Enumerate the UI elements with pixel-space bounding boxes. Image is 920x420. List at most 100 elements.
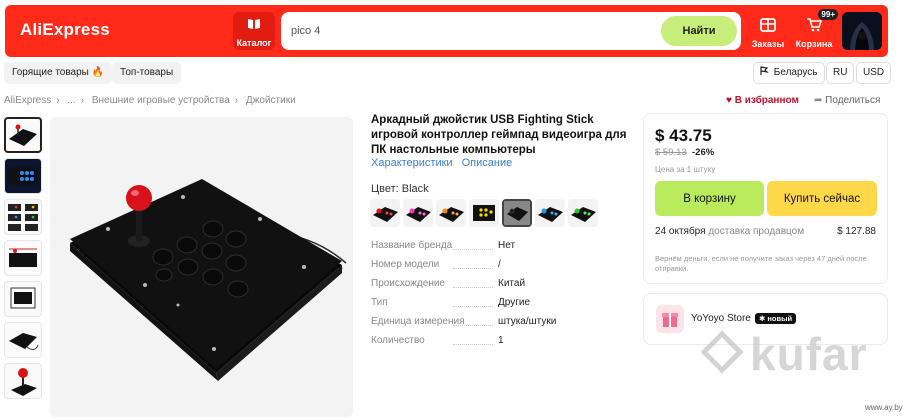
top-products-chip[interactable]: Топ-товары <box>112 62 182 84</box>
swatch-pink[interactable] <box>403 199 433 227</box>
breadcrumb-item-gaming[interactable]: Внешние игровые устройства <box>92 95 230 106</box>
thumbnail-4[interactable] <box>4 240 42 276</box>
watermark-url: www.ay.by <box>865 403 903 412</box>
buy-panel: $ 43.75 $ 59.13 -26% Цена за 1 штуку В к… <box>643 113 888 284</box>
swatch-red-image <box>373 207 398 222</box>
breadcrumb-separator: › <box>234 95 239 106</box>
arcade-joystick-image <box>50 117 353 417</box>
thumbnail-7[interactable] <box>4 363 42 399</box>
spec-row-quantity: Количество 1 <box>371 335 621 354</box>
breadcrumb-item-joysticks[interactable]: Джойстики <box>246 95 296 106</box>
spec-dots <box>453 249 493 250</box>
catalog-label: Каталог <box>236 38 272 48</box>
location-label: Беларусь <box>773 67 818 78</box>
current-price: $ 43.75 <box>655 126 712 145</box>
spec-value: Другие <box>498 297 531 308</box>
thumbnail-5[interactable] <box>4 281 42 317</box>
swatch-blue[interactable] <box>535 199 565 227</box>
product-tabs: Характеристики Описание <box>371 157 518 169</box>
box-thumb-image <box>10 287 36 309</box>
stick-closeup-thumb-image <box>11 368 37 396</box>
breadcrumb-separator: › <box>80 95 85 106</box>
buy-now-button[interactable]: Купить сейчас <box>767 181 877 216</box>
watermark-text: kufar <box>750 328 868 380</box>
store-gift-icon <box>662 313 678 327</box>
swatch-orange[interactable] <box>436 199 466 227</box>
delivery-method: доставка продавцом <box>708 226 805 237</box>
thumbnail-3[interactable] <box>4 199 42 235</box>
currency-selector[interactable]: USD <box>856 62 892 84</box>
spec-value: штука/штуки <box>498 316 557 327</box>
user-avatar[interactable] <box>842 12 882 50</box>
breadcrumb-separator: › <box>56 95 60 106</box>
spec-row-model: Номер модели / <box>371 259 621 278</box>
spec-key: Название бренда <box>371 240 453 251</box>
swatch-yellow[interactable] <box>469 199 499 227</box>
delivery-date: 24 октября <box>655 226 706 237</box>
breadcrumb-item-home[interactable]: AliExpress <box>4 95 51 106</box>
location-flag-icon <box>760 66 769 75</box>
heart-icon: ♥ <box>726 95 732 106</box>
search-input[interactable] <box>291 22 651 40</box>
location-selector[interactable]: Беларусь <box>753 62 825 84</box>
thumbnail-1[interactable] <box>4 117 42 153</box>
swatch-yellow-image <box>473 205 495 221</box>
spec-row-type: Тип Другие <box>371 297 621 316</box>
hooded-figure-icon <box>842 12 882 50</box>
discount-badge: -26% <box>692 147 715 158</box>
store-name[interactable]: YoYoyo Store <box>691 313 751 324</box>
favorites-button[interactable]: ♥ В избранном <box>726 95 799 106</box>
swatch-black-selected[interactable] <box>502 199 532 227</box>
dimensions-thumb-image <box>9 248 37 267</box>
swatch-blue-image <box>538 207 563 222</box>
aliexpress-logo[interactable]: AliExpress <box>20 20 110 40</box>
spec-dots <box>453 268 493 269</box>
product-main-image[interactable] <box>50 117 353 417</box>
cart-button[interactable]: Корзина 99+ <box>792 9 838 50</box>
spec-key: Единица измерения <box>371 316 465 327</box>
orders-label: Заказы <box>751 39 785 49</box>
search-box: Найти <box>281 12 741 50</box>
swatch-red[interactable] <box>370 199 400 227</box>
thumbnail-list <box>4 117 44 404</box>
add-to-cart-button[interactable]: В корзину <box>655 181 764 216</box>
swatch-orange-image <box>439 207 464 222</box>
watermark-symbol-icon <box>700 330 744 374</box>
swatch-green-image <box>571 207 596 222</box>
share-label: Поделиться <box>825 95 881 106</box>
favorites-label: В избранном <box>734 95 799 106</box>
spec-list: Название бренда Нет Номер модели / Происхо… <box>371 240 621 354</box>
spec-dots <box>453 325 493 326</box>
catalog-button[interactable]: Каталог <box>233 12 275 50</box>
delivery-price: $ 127.88 <box>837 226 876 237</box>
unit-price-note: Цена за 1 штуку <box>655 165 716 174</box>
cable-thumb-image <box>9 333 39 351</box>
blue-buttons-thumb-image <box>5 159 41 193</box>
orders-button[interactable]: Заказы <box>746 12 790 50</box>
refund-note: Вернём деньги, если не получите заказ че… <box>655 254 867 273</box>
new-store-badge: ✱ новый <box>755 313 797 324</box>
language-selector[interactable]: RU <box>826 62 855 84</box>
product-title: Аркадный джойстик USB Fighting Stick игр… <box>371 114 627 156</box>
spec-dots <box>453 287 493 288</box>
spec-value: / <box>498 259 501 270</box>
swatch-green[interactable] <box>568 199 598 227</box>
thumbnail-6[interactable] <box>4 322 42 358</box>
breadcrumb: AliExpress › ... › Внешние игровые устройс… <box>4 95 301 106</box>
hot-deals-chip[interactable]: Горящие товары 🔥 <box>4 62 113 84</box>
tab-characteristics[interactable]: Характеристики <box>371 157 453 169</box>
swatch-pink-image <box>406 207 431 222</box>
cart-label: Корзина <box>795 39 833 49</box>
swatch-black-image <box>504 201 530 225</box>
breadcrumb-item-ellipsis[interactable]: ... <box>67 95 75 106</box>
tab-description[interactable]: Описание <box>462 157 513 169</box>
spec-key: Количество <box>371 335 425 346</box>
search-button[interactable]: Найти <box>661 16 737 46</box>
delivery-info: 24 октября доставка продавцом <box>655 226 804 237</box>
spec-dots <box>453 344 493 345</box>
spec-value: 1 <box>498 335 504 346</box>
share-button[interactable]: ➦ Поделиться <box>814 95 880 106</box>
cart-count-badge: 99+ <box>818 9 838 20</box>
old-price: $ 59.13 <box>655 147 687 158</box>
thumbnail-2[interactable] <box>4 158 42 194</box>
